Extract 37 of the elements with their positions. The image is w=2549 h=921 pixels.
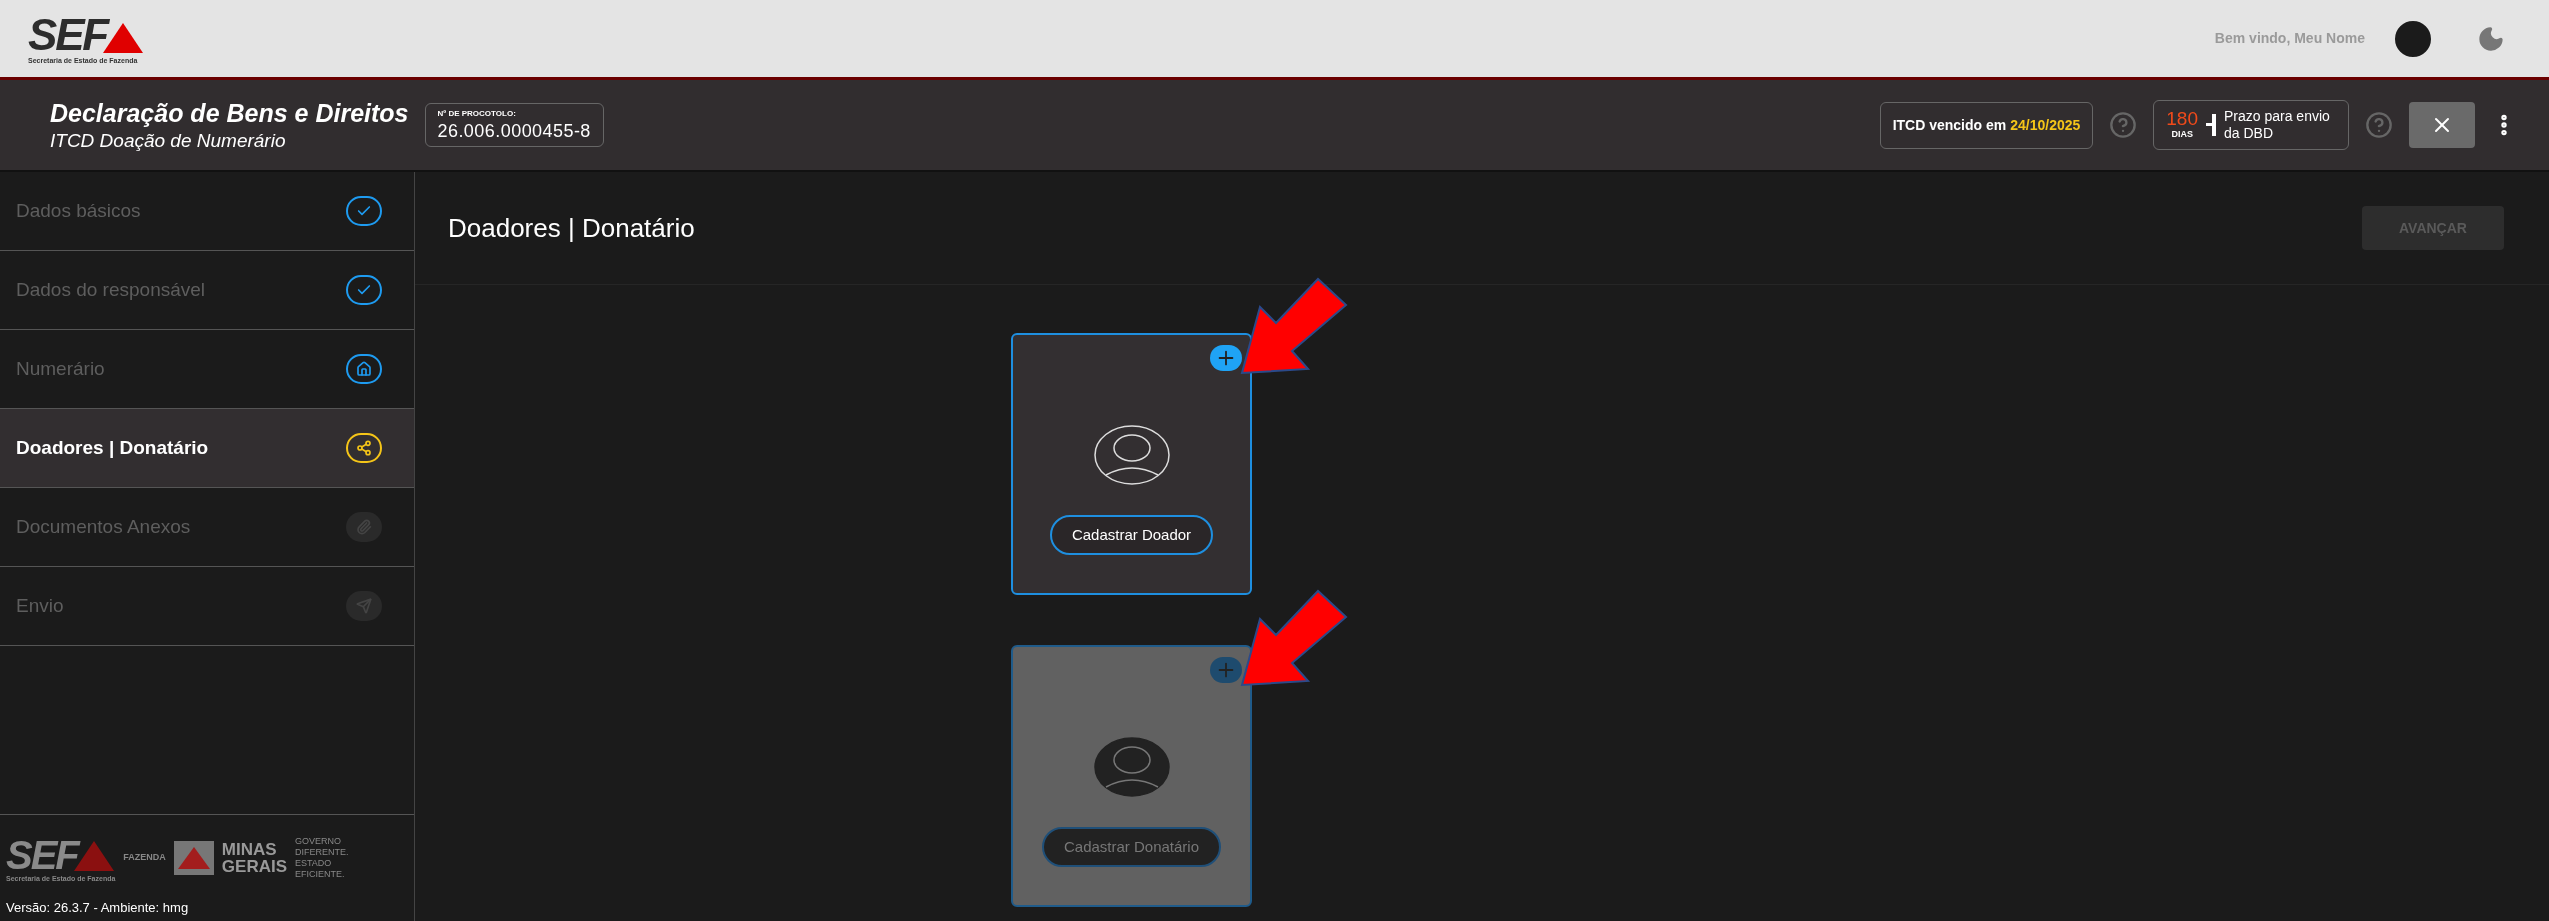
bracket-icon <box>2206 114 2216 136</box>
protocol-label: Nº DE PROCOTOLO: <box>437 107 517 120</box>
logo-tag: FAZENDA <box>123 851 166 865</box>
page-subtitle: ITCD Doação de Numerário <box>50 128 287 153</box>
due-text: ITCD vencido em <box>1892 115 2007 135</box>
logo-text: GERAIS <box>221 858 287 875</box>
sidebar-item[interactable]: Documentos Anexos <box>0 488 414 567</box>
sidebar-item-label: Dados do responsável <box>16 277 206 302</box>
sidebar-item[interactable]: Dados do responsável <box>0 251 414 330</box>
due-date: 24/10/2025 <box>2010 115 2081 135</box>
help-icon[interactable] <box>2109 111 2138 139</box>
dark-mode-icon[interactable] <box>2477 24 2505 53</box>
sidebar-item-label: Envio <box>16 593 64 618</box>
logo-wordmark: SEF <box>28 13 107 57</box>
deadline-unit: DIAS <box>2171 127 2193 141</box>
sidebar-item[interactable]: Envio <box>0 567 414 646</box>
logo-text: MINAS <box>221 841 278 858</box>
deadline-days: 180 <box>2166 108 2198 128</box>
logo-wordmark: SEF <box>6 834 78 875</box>
page-title: Declaração de Bens e Direitos <box>50 97 409 129</box>
register-button[interactable]: Cadastrar Doador <box>1049 515 1214 555</box>
logo-motto: GOVERNO DIFERENTE. ESTADO EFICIENTE. <box>295 835 350 881</box>
sidebar-item-label: Dados básicos <box>16 198 141 223</box>
mountain-logo-icon <box>173 841 214 875</box>
sidebar-item-label: Doadores | Donatário <box>16 435 209 460</box>
sidebar-item[interactable]: Dados básicos <box>0 172 414 251</box>
protocol-number: 26.006.0000455-8 <box>437 119 591 143</box>
version-text: Versão: 26.3.7 - Ambiente: hmg <box>6 898 190 917</box>
deadline-text: Prazo para envio da DBD <box>2224 107 2331 143</box>
section-title: Doadores | Donatário <box>448 211 695 245</box>
welcome-text: Bem vindo, Meu Nome <box>2214 29 2365 48</box>
sidebar-item-label: Numerário <box>16 356 105 381</box>
add-button[interactable] <box>1210 345 1242 371</box>
sidebar-item-label: Documentos Anexos <box>16 514 191 539</box>
close-button[interactable] <box>2409 102 2475 148</box>
sidebar-item[interactable]: Doadores | Donatário <box>0 409 414 488</box>
help-icon[interactable] <box>2365 111 2393 139</box>
